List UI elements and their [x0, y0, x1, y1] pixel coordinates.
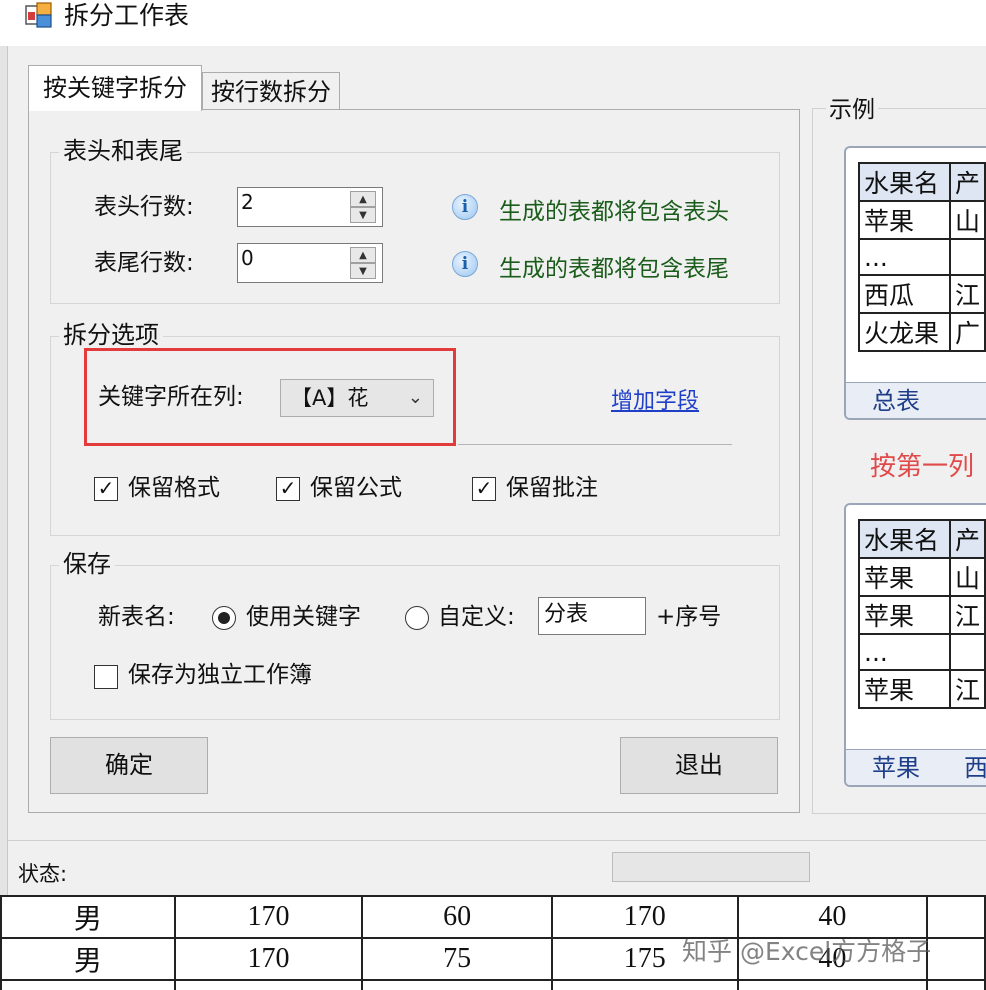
spin-up-icon[interactable]: ▲ — [350, 247, 376, 263]
checkmark-icon: ✓ — [97, 476, 115, 500]
table-row: ... — [858, 238, 986, 276]
sheet-tab-bar: 总表 — [846, 382, 986, 418]
table-row: 水果名产 — [858, 162, 986, 202]
tab-split-by-rows[interactable]: 按行数拆分 — [202, 72, 340, 110]
spin-up-icon[interactable]: ▲ — [350, 191, 376, 207]
table-row: 苹果山 — [858, 557, 986, 597]
table-row: 苹果江 — [858, 669, 986, 709]
spinner-value: 0 — [241, 246, 254, 270]
status-label: 状态: — [18, 862, 68, 886]
sheet-tab-total: 总表 — [872, 387, 920, 415]
chevron-down-icon: ⌄ — [407, 387, 423, 408]
spin-down-icon[interactable]: ▼ — [350, 207, 376, 223]
table-row: 火龙果广 — [858, 312, 986, 352]
app-icon — [25, 2, 52, 28]
checkmark-icon: ✓ — [279, 476, 297, 500]
footer-hint: 生成的表都将包含表尾 — [499, 256, 729, 282]
sheet-tab-bar: 苹果 西 — [846, 749, 986, 785]
group-title: 表头和表尾 — [59, 135, 187, 167]
keep-comment-label[interactable]: 保留批注 — [506, 473, 598, 503]
footer-rows-label: 表尾行数: — [94, 250, 194, 276]
radio-selected-dot — [218, 612, 230, 624]
sheet-tab-watermelon: 西 — [964, 754, 986, 782]
keep-format-checkbox[interactable]: ✓ — [94, 477, 118, 501]
exit-button[interactable]: 退出 — [620, 737, 778, 794]
header-rows-label: 表头行数: — [94, 194, 194, 220]
table-row: 西瓜江 — [858, 274, 986, 314]
checkmark-icon: ✓ — [475, 476, 493, 500]
group-title: 保存 — [59, 548, 115, 580]
header-hint: 生成的表都将包含表头 — [499, 199, 729, 225]
keyword-column-label: 关键字所在列: — [98, 384, 244, 410]
window-title: 拆分工作表 — [64, 1, 190, 30]
custom-name-input[interactable]: 分表 — [538, 597, 646, 635]
ok-button[interactable]: 确定 — [50, 737, 208, 794]
keyword-column-select[interactable]: 【A】花 ⌄ — [280, 379, 434, 417]
table-row: 水果名产 — [858, 519, 986, 559]
split-options-group: 拆分选项 — [50, 319, 780, 536]
progress-bar — [612, 852, 810, 882]
example-table: 水果名产 苹果山 ... 西瓜江 火龙果广 — [858, 162, 986, 352]
select-value: 【A】花 — [291, 386, 369, 410]
save-group: 保存 — [50, 548, 780, 720]
keep-comment-checkbox[interactable]: ✓ — [472, 477, 496, 501]
example-sheet-total: 水果名产 苹果山 ... 西瓜江 火龙果广 总表 — [844, 146, 986, 420]
table-row: 男 — [0, 979, 986, 990]
tab-split-by-keyword[interactable]: 按关键字拆分 — [28, 65, 202, 111]
watermark: 知乎 @Excel方方格子 — [682, 937, 932, 966]
split-caption: 按第一列 — [870, 452, 975, 482]
group-title: 拆分选项 — [59, 319, 163, 351]
table-row: 苹果山 — [858, 200, 986, 240]
info-icon: i — [452, 194, 478, 220]
save-workbook-label[interactable]: 保存为独立工作簿 — [128, 660, 312, 690]
table-row: ... — [858, 633, 986, 671]
sequence-suffix: +序号 — [656, 604, 722, 630]
custom-name-label[interactable]: 自定义: — [438, 602, 515, 632]
info-icon: i — [452, 251, 478, 277]
divider — [458, 444, 732, 445]
spinner-value: 2 — [241, 190, 254, 214]
custom-name-radio[interactable] — [405, 606, 429, 630]
title-bar: 拆分工作表 — [0, 0, 986, 46]
table-row: 苹果江 — [858, 595, 986, 635]
use-keyword-label[interactable]: 使用关键字 — [246, 602, 361, 632]
example-sheet-apple: 水果名产 苹果山 苹果江 ... 苹果江 苹果 西 — [844, 503, 986, 787]
example-table: 水果名产 苹果山 苹果江 ... 苹果江 — [858, 519, 986, 709]
header-rows-spinner[interactable]: 2 ▲ ▼ — [237, 187, 383, 227]
footer-rows-spinner[interactable]: 0 ▲ ▼ — [237, 243, 383, 283]
add-field-link[interactable]: 增加字段 — [611, 383, 699, 415]
window-edge — [0, 46, 8, 896]
example-title: 示例 — [826, 90, 878, 124]
save-workbook-checkbox[interactable] — [94, 665, 118, 689]
keep-formula-checkbox[interactable]: ✓ — [276, 477, 300, 501]
status-divider — [8, 840, 986, 841]
use-keyword-radio[interactable] — [212, 606, 236, 630]
sheet-tab-apple: 苹果 — [872, 754, 920, 782]
spin-down-icon[interactable]: ▼ — [350, 263, 376, 279]
keep-format-label[interactable]: 保留格式 — [128, 473, 220, 503]
keep-formula-label[interactable]: 保留公式 — [310, 473, 402, 503]
new-name-label: 新表名: — [98, 604, 175, 630]
